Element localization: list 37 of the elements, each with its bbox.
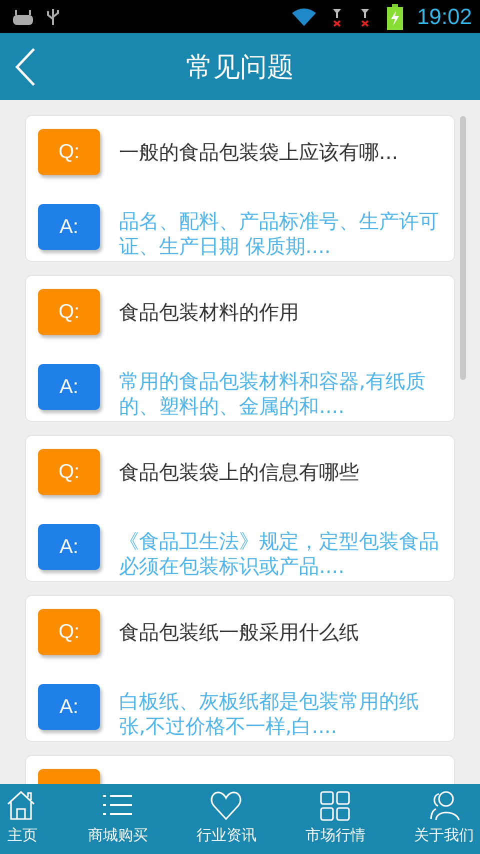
nav-tab[interactable]: 市场行情	[305, 784, 366, 854]
clock-time: 19:02	[416, 4, 472, 30]
usb-icon	[46, 6, 60, 26]
grid-icon	[318, 790, 352, 822]
answer-text: 白板纸、灰板纸都是包装常用的纸张,不过价格不一样,白....	[119, 689, 420, 739]
nav-tab[interactable]: 商城购买	[88, 784, 148, 854]
wifi-icon	[290, 6, 317, 26]
question-badge: Q:	[38, 449, 100, 495]
question-badge: Q:	[38, 129, 100, 175]
nav-tab[interactable]: 行业资讯	[196, 784, 256, 854]
faq-card[interactable]: Q: 食品包装袋上的信息有哪些 A: 《食品卫生法》规定，定型包装食品必须在包装标识或产品....	[26, 436, 454, 581]
question-text: 食品包装袋上的信息有哪些	[119, 458, 359, 486]
faq-card[interactable]	[26, 756, 454, 784]
question-text: 一般的食品包装袋上应该有哪...	[119, 138, 398, 166]
answer-text: 品名、配料、产品标准号、生产许可证、生产日期 保质期....	[119, 209, 439, 259]
question-badge: Q:	[38, 609, 100, 655]
answer-text: 《食品卫生法》规定，定型包装食品必须在包装标识或产品....	[119, 529, 439, 579]
faq-card[interactable]: Q: 一般的食品包装袋上应该有哪... A: 品名、配料、产品标准号、生产许可证、生产日期 保质期....	[26, 116, 454, 261]
people-icon	[428, 790, 460, 822]
answer-badge: A:	[38, 364, 100, 410]
answer-badge: A:	[38, 204, 100, 250]
answer-badge: A:	[38, 524, 100, 570]
nav-tab[interactable]: 关于我们	[414, 784, 474, 854]
page-title: 常见问题	[186, 50, 294, 84]
heart-icon	[210, 790, 243, 822]
back-button[interactable]	[14, 46, 36, 86]
question-text: 食品包装材料的作用	[119, 298, 299, 326]
back-icon	[14, 46, 36, 86]
android-icon	[12, 8, 34, 24]
battery-icon	[386, 4, 403, 30]
answer-badge: A:	[38, 684, 100, 730]
nav-tab[interactable]: 主页	[6, 784, 39, 854]
faq-card[interactable]: Q: 食品包装纸一般采用什么纸 A: 白板纸、灰板纸都是包装常用的纸张,不过价格不一样,白....	[26, 596, 454, 741]
question-badge: Q:	[38, 289, 100, 335]
question-text: 食品包装纸一般采用什么纸	[119, 618, 359, 646]
answer-text: 常用的食品包装材料和容器,有纸质的、塑料的、金属的和....	[119, 369, 426, 419]
faq-card[interactable]: Q: 食品包装材料的作用 A: 常用的食品包装材料和容器,有纸质的、塑料的、金属的和....	[26, 276, 454, 421]
